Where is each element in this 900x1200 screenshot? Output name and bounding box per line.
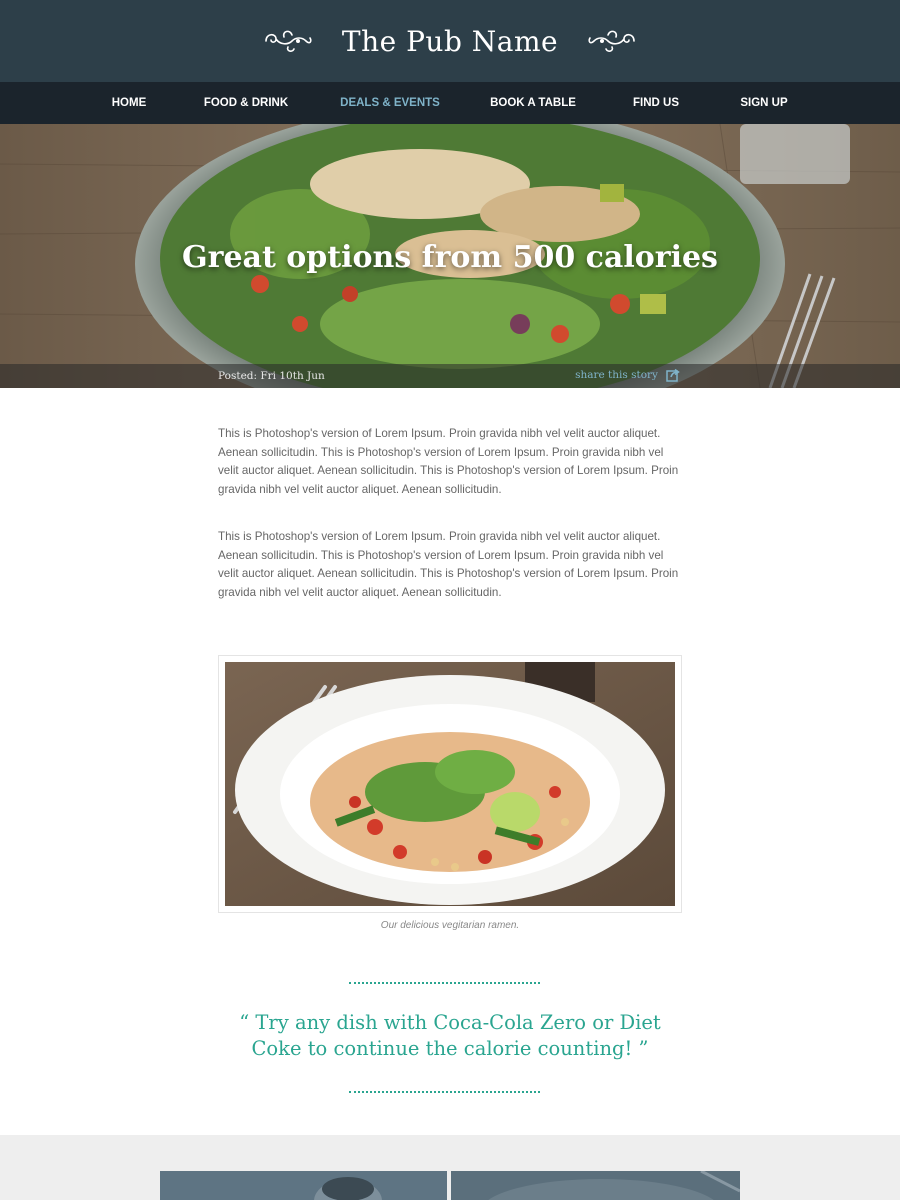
share-arrow-icon[interactable] bbox=[666, 368, 680, 382]
share-story-link[interactable]: share this story bbox=[575, 368, 680, 382]
nav-item-find-us[interactable]: FIND US bbox=[633, 82, 679, 124]
brand: The Pub Name bbox=[0, 0, 900, 82]
nav-item-deals-events[interactable]: DEALS & EVENTS bbox=[340, 82, 440, 124]
hero-title: Great options from 500 calories bbox=[182, 240, 718, 275]
pull-quote-line: Coke to continue the calorie counting! ” bbox=[251, 1037, 649, 1060]
main-nav: HOME FOOD & DRINK DEALS & EVENTS BOOK A … bbox=[0, 82, 900, 124]
brand-title[interactable]: The Pub Name bbox=[342, 25, 558, 58]
share-label[interactable]: share this story bbox=[575, 369, 658, 381]
article-paragraph: This is Photoshop's version of Lorem Ips… bbox=[218, 427, 679, 497]
posted-date: Posted: Fri 10th Jun bbox=[218, 370, 325, 382]
quote-divider-bottom bbox=[349, 1091, 540, 1093]
nav-item-sign-up[interactable]: SIGN UP bbox=[740, 82, 787, 124]
related-card-dish[interactable] bbox=[451, 1171, 740, 1200]
quote-divider-top bbox=[349, 982, 540, 984]
nav-item-food-drink[interactable]: FOOD & DRINK bbox=[204, 82, 288, 124]
figure-caption: Our delicious vegitarian ramen. bbox=[380, 920, 520, 931]
related-section bbox=[0, 1135, 900, 1200]
related-card-woman[interactable] bbox=[160, 1171, 447, 1200]
hero-meta-strip bbox=[0, 364, 900, 388]
related-card-image bbox=[451, 1171, 740, 1200]
ornament-scroll-icon bbox=[588, 30, 635, 52]
site-header: The Pub Name bbox=[0, 0, 900, 82]
pull-quote-line: “ Try any dish with Coca-Cola Zero or Di… bbox=[239, 1011, 661, 1034]
nav-item-home[interactable]: HOME bbox=[112, 82, 147, 124]
hero-banner: Great options from 500 calories Posted: … bbox=[0, 124, 900, 388]
related-card-image bbox=[160, 1171, 447, 1200]
ornament-scroll-icon bbox=[265, 30, 312, 52]
ramen-image bbox=[225, 662, 675, 906]
nav-item-book-a-table[interactable]: BOOK A TABLE bbox=[490, 82, 576, 124]
pull-quote: “ Try any dish with Coca-Cola Zero or Di… bbox=[0, 1010, 900, 1062]
article-paragraph: This is Photoshop's version of Lorem Ips… bbox=[218, 530, 679, 600]
article-figure bbox=[218, 655, 682, 913]
